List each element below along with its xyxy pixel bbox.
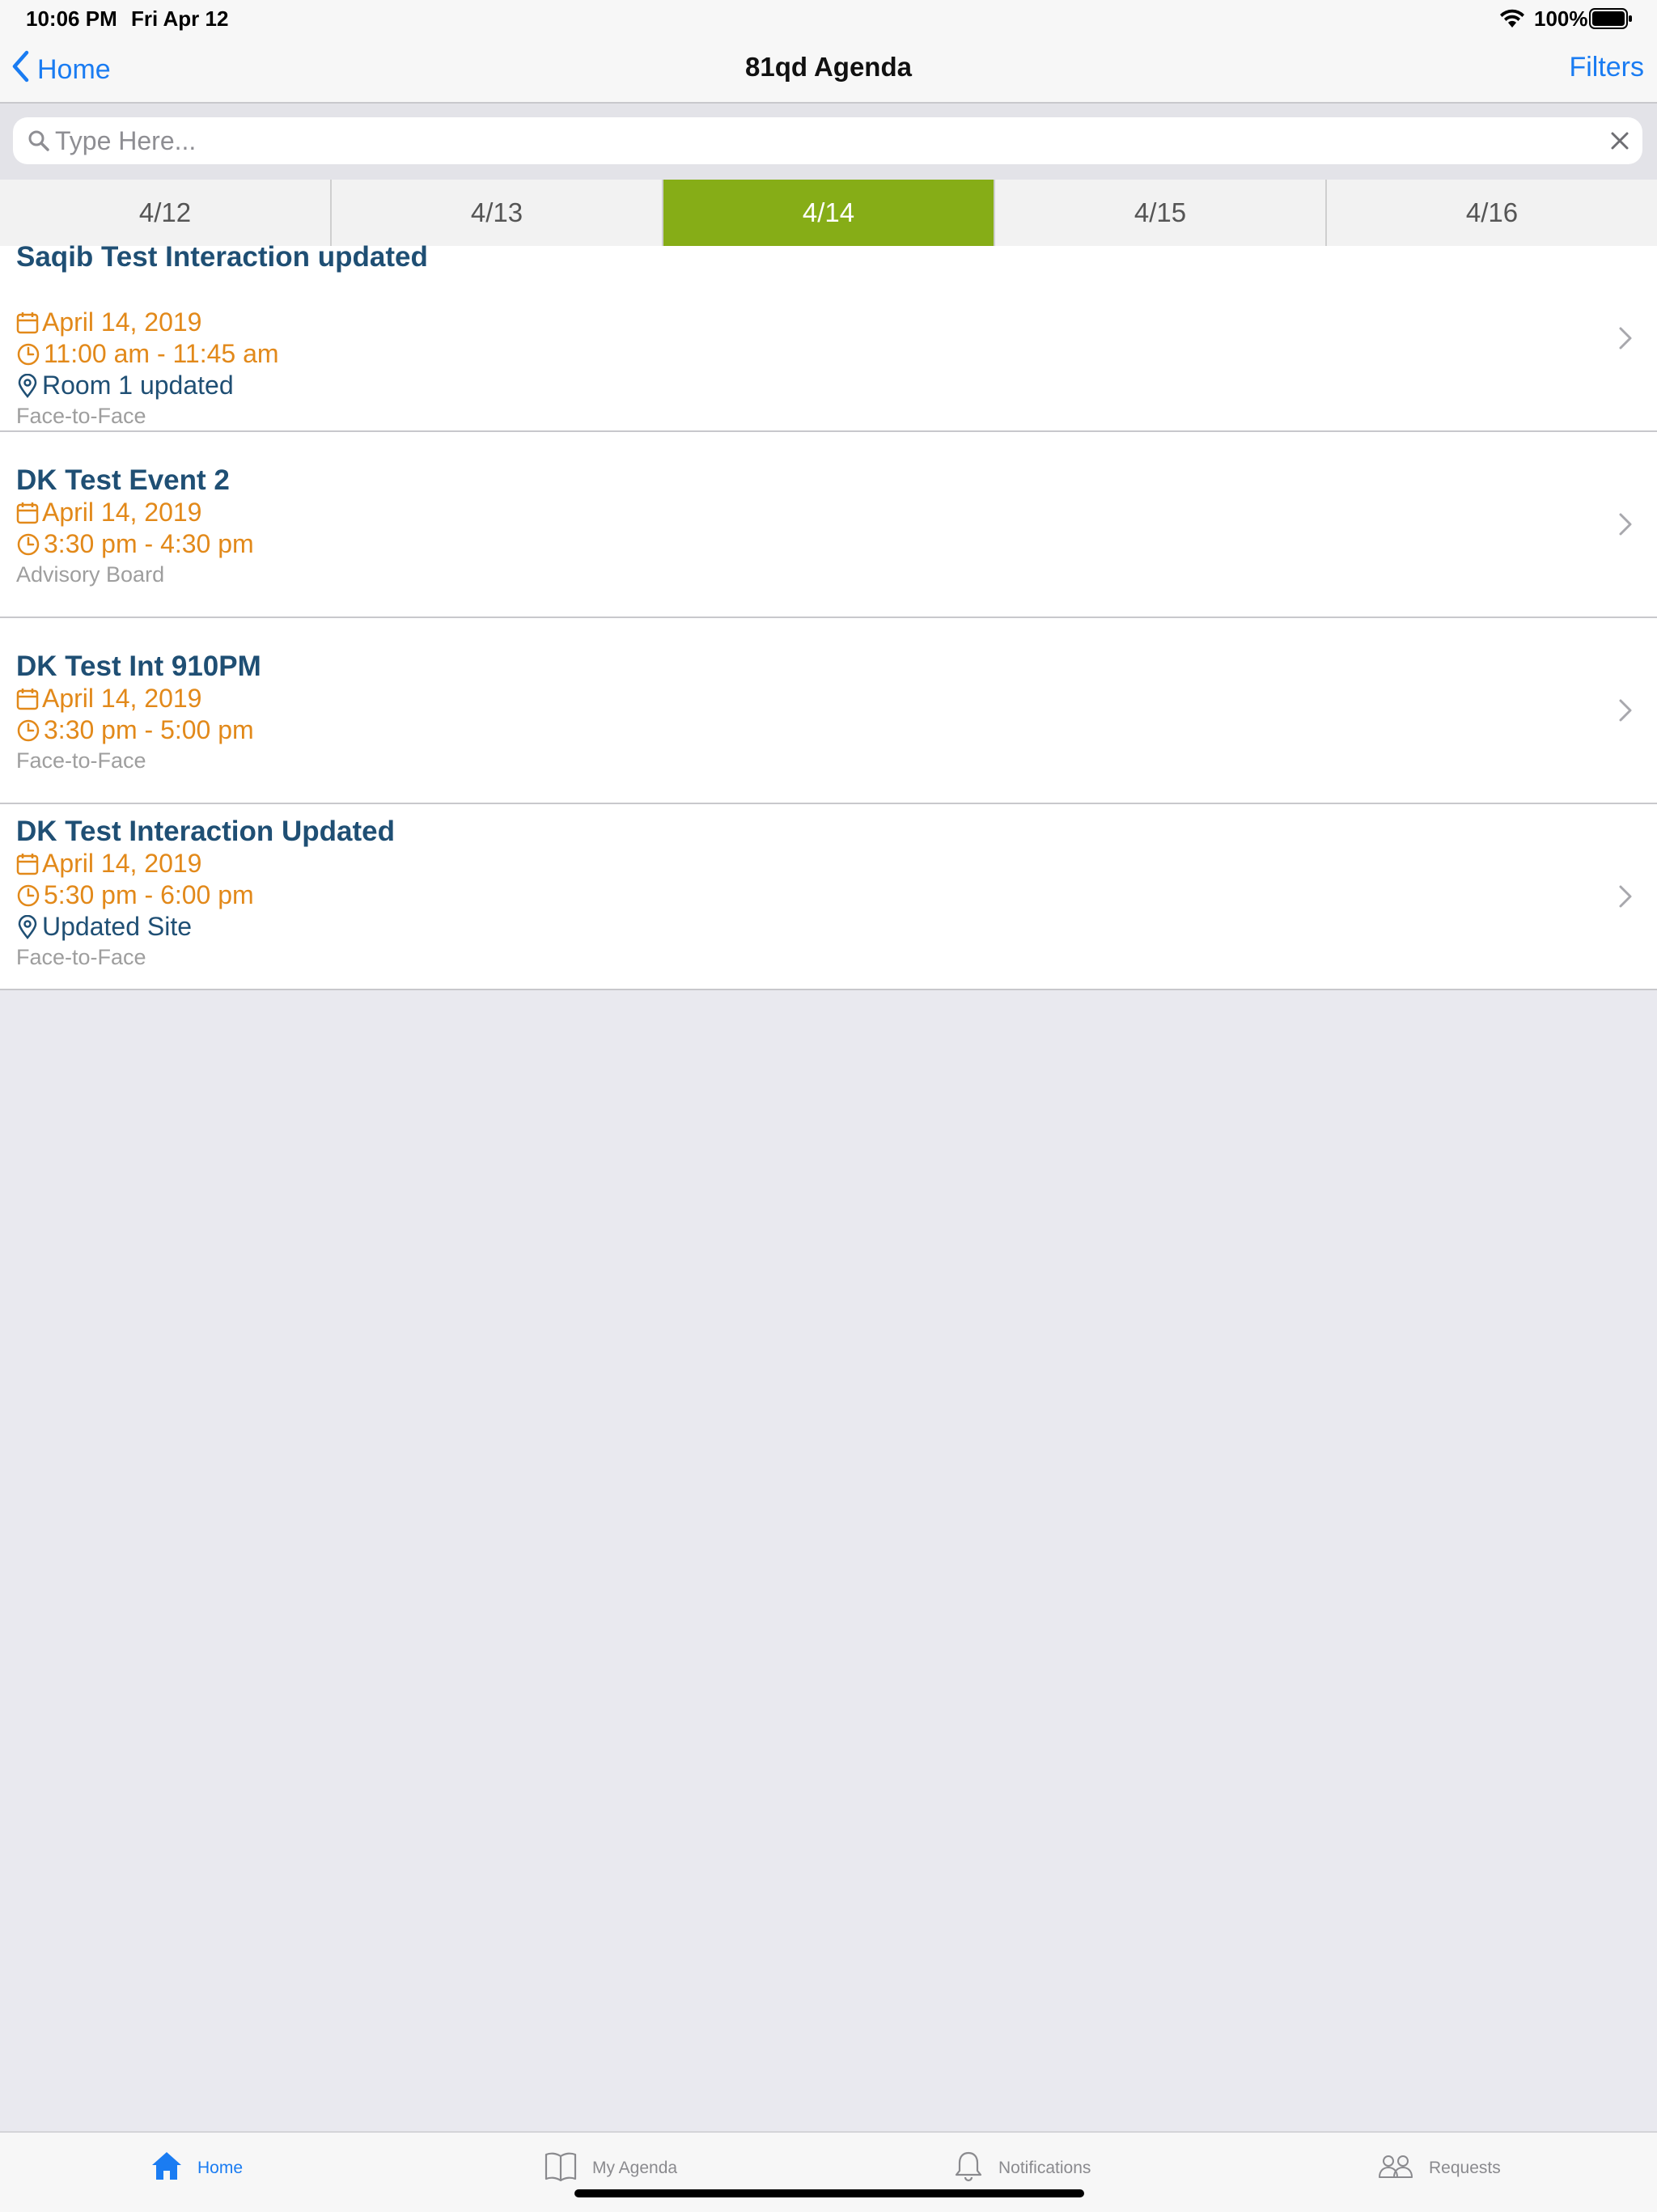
event-type: Face-to-Face <box>16 404 146 428</box>
location-pin-icon <box>16 914 39 939</box>
chevron-right-icon <box>1618 326 1633 354</box>
event-title: DK Test Int 910PM <box>16 650 261 682</box>
date-tab-4-13[interactable]: 4/13 <box>332 180 663 246</box>
search-bar <box>0 104 1657 180</box>
wifi-icon <box>1498 8 1526 33</box>
agenda-list: Saqib Test Interaction updated April 14,… <box>0 241 1657 990</box>
search-input[interactable] <box>55 117 1576 164</box>
battery-icon <box>1589 8 1633 33</box>
event-date: April 14, 2019 <box>42 684 202 713</box>
event-title: DK Test Interaction Updated <box>16 816 396 847</box>
location-pin-icon <box>16 373 39 398</box>
event-location: Updated Site <box>42 912 193 941</box>
tab-requests[interactable]: Requests <box>1377 2149 1501 2188</box>
event-date: April 14, 2019 <box>42 307 202 337</box>
clock-icon <box>16 718 40 743</box>
event-location: Room 1 updated <box>42 371 234 400</box>
event-type: Advisory Board <box>16 562 165 587</box>
clock-icon <box>16 532 40 557</box>
event-date: April 14, 2019 <box>42 498 202 527</box>
list-item[interactable]: DK Test Event 2 April 14, 2019 3:30 pm -… <box>0 432 1657 618</box>
calendar-icon <box>16 501 39 525</box>
people-icon <box>1377 2150 1414 2187</box>
close-icon[interactable] <box>1610 131 1629 155</box>
chevron-right-icon <box>1618 512 1633 540</box>
event-time: 3:30 pm - 5:00 pm <box>44 715 254 744</box>
calendar-icon <box>16 687 39 711</box>
event-date: April 14, 2019 <box>42 849 202 878</box>
book-icon <box>544 2150 578 2187</box>
date-tab-4-14[interactable]: 4/14 <box>663 180 995 246</box>
tab-home-label: Home <box>197 2159 244 2177</box>
home-indicator <box>574 2189 1084 2197</box>
clock-icon <box>16 884 40 908</box>
event-time: 5:30 pm - 6:00 pm <box>44 880 254 909</box>
search-box[interactable] <box>13 117 1642 164</box>
page-title: 81qd Agenda <box>745 52 912 82</box>
status-date: Fri Apr 12 <box>131 6 229 31</box>
tab-home[interactable]: Home <box>150 2149 243 2188</box>
tab-requests-label: Requests <box>1429 2159 1501 2177</box>
tab-bar: Home My Agenda Notifications Requests <box>0 2131 1657 2212</box>
event-type: Face-to-Face <box>16 945 146 969</box>
clock-icon <box>16 342 40 367</box>
search-icon <box>28 129 50 156</box>
date-tab-4-15[interactable]: 4/15 <box>995 180 1327 246</box>
event-title: DK Test Event 2 <box>16 464 230 496</box>
tab-my-agenda[interactable]: My Agenda <box>544 2149 677 2188</box>
chevron-right-icon <box>1618 698 1633 727</box>
navigation-bar: Home 81qd Agenda Filters <box>0 37 1657 104</box>
status-bar: 10:06 PM Fri Apr 12 100% <box>0 0 1657 37</box>
list-item[interactable]: DK Test Interaction Updated April 14, 20… <box>0 804 1657 990</box>
chevron-right-icon <box>1618 884 1633 913</box>
calendar-icon <box>16 311 39 335</box>
date-tab-4-12[interactable]: 4/12 <box>0 180 332 246</box>
event-type: Face-to-Face <box>16 748 146 773</box>
bell-icon <box>953 2150 984 2187</box>
home-icon <box>150 2150 183 2187</box>
calendar-icon <box>16 852 39 876</box>
event-title: Saqib Test Interaction updated <box>16 241 428 273</box>
status-time: 10:06 PM <box>26 6 117 31</box>
date-tabs: 4/12 4/13 4/14 4/15 4/16 <box>0 180 1657 246</box>
filters-button[interactable]: Filters <box>1569 52 1644 83</box>
event-time: 3:30 pm - 4:30 pm <box>44 529 254 558</box>
list-item[interactable]: DK Test Int 910PM April 14, 2019 3:30 pm… <box>0 618 1657 804</box>
tab-my-agenda-label: My Agenda <box>592 2159 678 2177</box>
battery-percentage: 100% <box>1534 6 1588 31</box>
list-item[interactable]: Saqib Test Interaction updated April 14,… <box>0 241 1657 432</box>
tab-notifications[interactable]: Notifications <box>953 2149 1091 2188</box>
event-time: 11:00 am - 11:45 am <box>44 339 279 368</box>
tab-notifications-label: Notifications <box>998 2159 1091 2177</box>
date-tab-4-16[interactable]: 4/16 <box>1327 180 1657 246</box>
